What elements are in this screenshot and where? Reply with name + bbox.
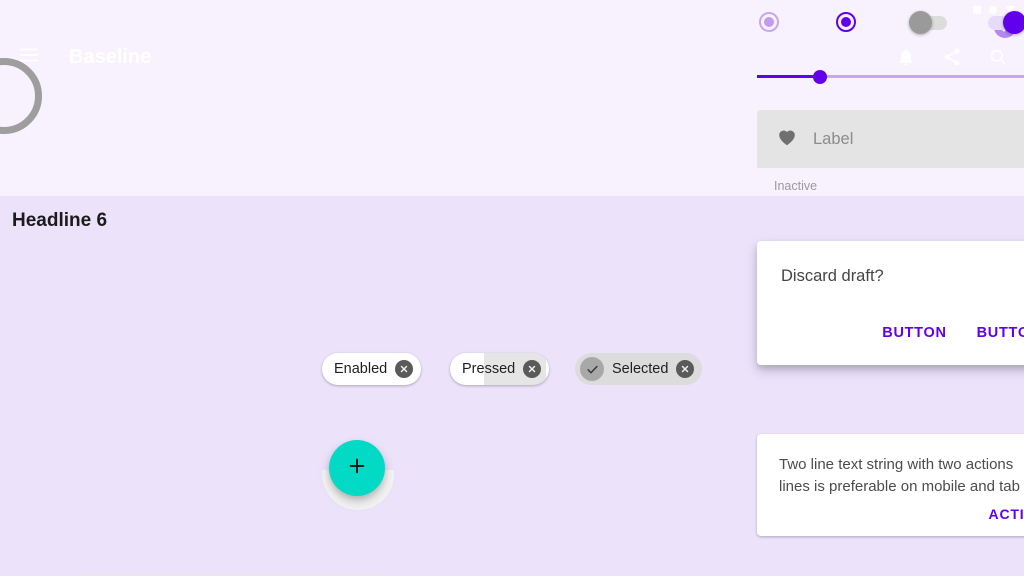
check-icon: [580, 357, 604, 381]
radio-button-disabled[interactable]: [759, 12, 779, 32]
slider[interactable]: [757, 68, 1024, 86]
snackbar: Two line text string with two actions li…: [757, 434, 1024, 536]
dialog-title: Discard draft?: [781, 267, 884, 285]
chip-enabled[interactable]: Enabled: [322, 353, 422, 385]
switch-off[interactable]: [909, 11, 947, 34]
slider-thumb[interactable]: [813, 70, 827, 84]
snackbar-message: Two line text string with two actions li…: [779, 456, 1020, 495]
dialog: Discard draft? BUTTON BUTTON: [757, 241, 1024, 365]
text-field-disabled[interactable]: Label: [757, 110, 1024, 168]
radio-dot: [764, 17, 774, 27]
square-icon: [973, 6, 981, 14]
slider-track-inactive: [820, 75, 1024, 78]
heart-icon: [775, 126, 799, 153]
chip-label: Enabled: [334, 361, 388, 377]
switch-thumb: [909, 11, 932, 34]
card-selected-body: Headline 6: [0, 196, 1024, 576]
plus-icon: [346, 455, 368, 481]
slider-track-active: [757, 75, 820, 78]
text-field-helper-text: Inactive: [774, 179, 818, 193]
share-icon[interactable]: [942, 47, 962, 67]
floating-action-button[interactable]: [329, 440, 385, 496]
material-components-showcase: TAB Headline 6: [0, 0, 1024, 576]
chip-label: Selected: [612, 361, 669, 377]
close-circle-icon[interactable]: [676, 360, 695, 378]
circle-icon: [989, 6, 997, 14]
card-selected[interactable]: Headline 6: [0, 0, 1024, 576]
radio-dot: [841, 17, 851, 27]
app-bar-title: Baseline: [69, 45, 152, 68]
menu-icon[interactable]: [18, 44, 40, 71]
chip-selected[interactable]: Selected: [575, 353, 703, 385]
bell-icon[interactable]: [896, 47, 916, 67]
chip-label: Pressed: [462, 361, 516, 377]
chip-pressed[interactable]: Pressed: [450, 353, 550, 385]
dialog-button-2[interactable]: BUTTON: [969, 319, 1024, 347]
text-field-label: Label: [813, 129, 854, 148]
radio-button-selected[interactable]: [836, 12, 856, 32]
close-circle-icon[interactable]: [395, 360, 414, 378]
dialog-button-1[interactable]: BUTTON: [874, 319, 954, 347]
snackbar-action-button[interactable]: ACTION: [989, 506, 1024, 522]
switch-thumb: [1003, 11, 1024, 34]
switch-on[interactable]: [988, 11, 1024, 34]
card-selected-headline: Headline 6: [12, 210, 108, 231]
search-icon[interactable]: [988, 47, 1008, 67]
